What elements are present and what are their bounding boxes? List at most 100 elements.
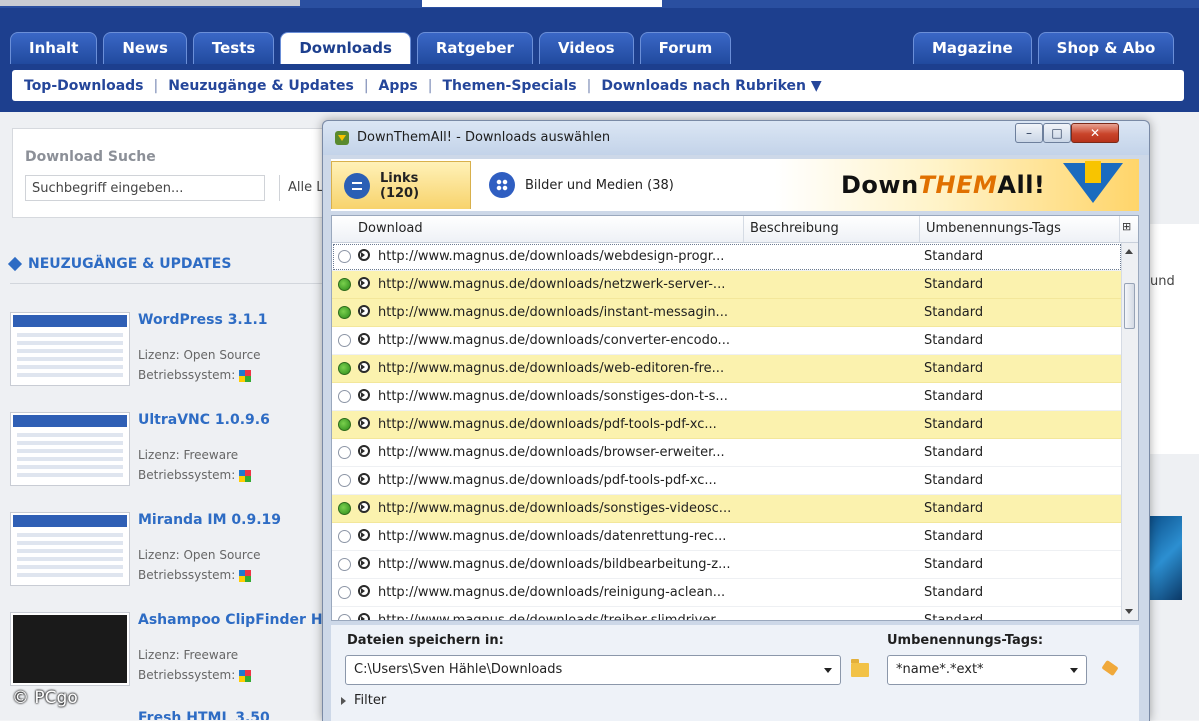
download-row[interactable]: http://www.magnus.de/downloads/treiber-s… (332, 607, 1122, 621)
row-rename-tag: Standard (924, 305, 984, 320)
tag-icon[interactable] (1101, 659, 1123, 681)
right-column-text: und (1150, 274, 1175, 289)
nav-tab-ratgeber[interactable]: Ratgeber (416, 32, 533, 64)
subnav-separator: | (153, 77, 159, 94)
chevron-down-icon[interactable] (1070, 668, 1078, 673)
download-row[interactable]: http://www.magnus.de/downloads/pdf-tools… (332, 411, 1122, 439)
row-url: http://www.magnus.de/downloads/sonstiges… (378, 389, 728, 404)
scroll-up-icon[interactable] (1125, 249, 1133, 254)
subnav-top-downloads[interactable]: Top-Downloads (24, 78, 144, 94)
column-rename-tags[interactable]: Umbenennungs-Tags (920, 216, 1120, 242)
download-row[interactable]: http://www.magnus.de/downloads/pdf-tools… (332, 467, 1122, 495)
dialog-title: DownThemAll! - Downloads auswählen (357, 130, 611, 145)
row-checkbox[interactable] (338, 446, 351, 459)
row-checkbox[interactable] (338, 250, 351, 263)
tab-links[interactable]: Links (120) (331, 161, 471, 209)
row-rename-tag: Standard (924, 501, 984, 516)
downthemall-dialog: DownThemAll! - Downloads auswählen – □ ✕… (322, 120, 1150, 721)
download-row[interactable]: http://www.magnus.de/downloads/sonstiges… (332, 495, 1122, 523)
row-checkbox[interactable] (338, 362, 351, 375)
tab-media-label: Bilder und Medien (38) (525, 177, 674, 193)
row-checkbox[interactable] (338, 614, 351, 620)
subnav-rubriken-dropdown[interactable]: Downloads nach Rubriken ▼ (601, 78, 821, 94)
row-checkbox[interactable] (338, 418, 351, 431)
link-icon (358, 389, 370, 401)
column-description[interactable]: Beschreibung (744, 216, 920, 242)
minimize-button[interactable]: – (1015, 123, 1043, 143)
row-checkbox[interactable] (338, 278, 351, 291)
scroll-thumb[interactable] (1124, 283, 1135, 329)
folder-icon[interactable] (851, 659, 869, 677)
subnav-themen-specials[interactable]: Themen-Specials (442, 78, 576, 94)
row-url: http://www.magnus.de/downloads/webdesign… (378, 249, 725, 264)
download-row[interactable]: http://www.magnus.de/downloads/webdesign… (332, 243, 1122, 271)
product-name[interactable]: Miranda IM 0.9.19 (138, 512, 281, 528)
product-thumbnail[interactable] (10, 412, 130, 486)
subnav-apps[interactable]: Apps (379, 78, 418, 94)
row-url: http://www.magnus.de/downloads/netzwerk-… (378, 277, 726, 292)
section-heading: NEUZUGÄNGE & UPDATES (7, 256, 231, 272)
save-path-combo[interactable]: C:\Users\Sven Hähle\Downloads (345, 655, 841, 685)
row-checkbox[interactable] (338, 306, 351, 319)
row-url: http://www.magnus.de/downloads/pdf-tools… (378, 417, 717, 432)
nav-tab-tests[interactable]: Tests (192, 32, 275, 64)
product-license: Lizenz: Freeware (138, 448, 239, 462)
right-column-image[interactable] (1148, 516, 1182, 600)
chevron-down-icon[interactable] (824, 668, 832, 673)
nav-tab-news[interactable]: News (103, 32, 187, 64)
download-row[interactable]: http://www.magnus.de/downloads/reinigung… (332, 579, 1122, 607)
close-button[interactable]: ✕ (1071, 123, 1119, 143)
nav-tab-magazine[interactable]: Magazine (913, 32, 1032, 64)
row-checkbox[interactable] (338, 390, 351, 403)
row-checkbox[interactable] (338, 530, 351, 543)
product-name[interactable]: Ashampoo ClipFinder H (138, 612, 323, 628)
nav-tab-forum[interactable]: Forum (639, 32, 732, 64)
product-name[interactable]: UltraVNC 1.0.9.6 (138, 412, 270, 428)
diamond-icon (7, 256, 23, 272)
row-checkbox[interactable] (338, 558, 351, 571)
product-thumbnail[interactable] (10, 512, 130, 586)
row-url: http://www.magnus.de/downloads/treiber-s… (378, 613, 727, 621)
rename-tags-combo[interactable]: *name*.*ext* (887, 655, 1087, 685)
download-row[interactable]: http://www.magnus.de/downloads/datenrett… (332, 523, 1122, 551)
row-checkbox[interactable] (338, 334, 351, 347)
product-item: Miranda IM 0.9.19 Lizenz: Open Source Be… (10, 512, 326, 602)
download-row[interactable]: http://www.magnus.de/downloads/netzwerk-… (332, 271, 1122, 299)
dialog-titlebar[interactable]: DownThemAll! - Downloads auswählen – □ ✕ (323, 121, 1149, 155)
product-thumbnail[interactable] (10, 612, 130, 686)
column-download[interactable]: Download (352, 216, 744, 242)
nav-tab-downloads[interactable]: Downloads (280, 32, 411, 64)
row-url: http://www.magnus.de/downloads/browser-e… (378, 445, 725, 460)
filter-label: Filter (354, 693, 387, 708)
link-icon (358, 557, 370, 569)
download-search-input[interactable]: Suchbegriff eingeben... (25, 175, 265, 201)
nav-tab-shop[interactable]: Shop & Abo (1037, 32, 1175, 64)
header-search-box[interactable] (422, 0, 662, 7)
row-checkbox[interactable] (338, 474, 351, 487)
download-row[interactable]: http://www.magnus.de/downloads/web-edito… (332, 355, 1122, 383)
product-name[interactable]: Fresh HTML 3.50 (138, 710, 270, 720)
row-checkbox[interactable] (338, 502, 351, 515)
row-checkbox[interactable] (338, 586, 351, 599)
nav-tab-videos[interactable]: Videos (538, 32, 634, 64)
download-row[interactable]: http://www.magnus.de/downloads/instant-m… (332, 299, 1122, 327)
nav-tab-inhalt[interactable]: Inhalt (10, 32, 98, 64)
media-icon (489, 172, 515, 198)
product-thumbnail[interactable] (10, 312, 130, 386)
download-row[interactable]: http://www.magnus.de/downloads/browser-e… (332, 439, 1122, 467)
tab-links-label: Links (120) (380, 170, 420, 201)
tab-media[interactable]: Bilder und Medien (38) (477, 161, 687, 209)
scroll-down-icon[interactable] (1125, 609, 1133, 614)
list-scrollbar[interactable] (1121, 243, 1138, 620)
download-row[interactable]: http://www.magnus.de/downloads/converter… (332, 327, 1122, 355)
download-row[interactable]: http://www.magnus.de/downloads/bildbearb… (332, 551, 1122, 579)
save-path-label: Dateien speichern in: (347, 633, 504, 648)
download-search-panel: Download Suche Suchbegriff eingeben... A… (12, 128, 330, 218)
subnav-neuzugaenge[interactable]: Neuzugänge & Updates (168, 78, 354, 94)
filter-expander[interactable]: Filter (341, 693, 386, 708)
product-license: Lizenz: Open Source (138, 548, 261, 562)
maximize-button[interactable]: □ (1043, 123, 1071, 143)
product-name[interactable]: WordPress 3.1.1 (138, 312, 268, 328)
download-row[interactable]: http://www.magnus.de/downloads/sonstiges… (332, 383, 1122, 411)
column-picker-icon[interactable]: ⊞ (1122, 220, 1134, 234)
